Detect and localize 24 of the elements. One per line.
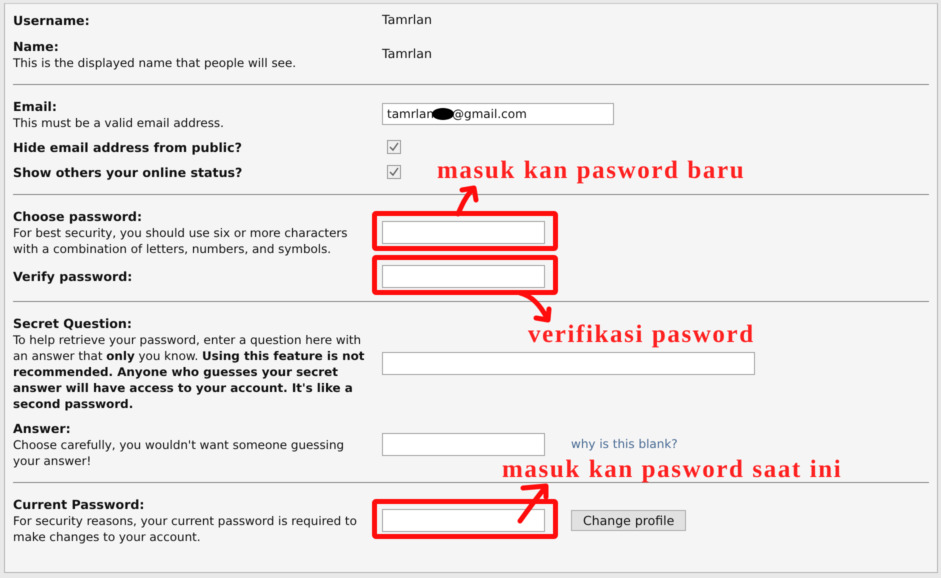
help-link[interactable]: why is this blank? xyxy=(571,435,678,454)
field-label: Hide email address from public? xyxy=(13,138,243,156)
field-description: For best security, you should use six or more characters with a combination of letters, numbers, and symbols. xyxy=(13,224,348,257)
field-label: Choose password: xyxy=(13,208,143,225)
field-label: Secret Question: xyxy=(13,314,133,332)
field-label: Answer: xyxy=(13,420,72,437)
annotation-text: verifikasi pasword xyxy=(528,322,755,347)
field-description: For security reasons, your current password is required to make changes to your account. xyxy=(13,512,358,545)
field-label: Email: xyxy=(13,98,58,115)
field-description: This is the displayed name that people will see. xyxy=(13,54,298,71)
field-label: Show others your online status? xyxy=(13,164,244,181)
email-field[interactable]: tamrlan @gmail.com xyxy=(382,103,614,126)
annotation-text: masuk kan pasword saat ini xyxy=(502,457,842,482)
field-label: Name: xyxy=(13,38,60,55)
field-description: Choose carefully, you wouldn't want someone guessing your answer! xyxy=(13,436,346,469)
field-description: To help retrieve your password, enter a question here with an answer that only you know. Using this feature is not recommended. Anyone who guesses your secret answer will have access to your account. It's like a second password. xyxy=(13,332,366,412)
field-label: Current Password: xyxy=(13,496,146,513)
annotation-text: masuk kan pasword baru xyxy=(437,158,746,183)
field-value: Tamrlan xyxy=(382,11,432,29)
field-description: This must be a valid email address. xyxy=(13,114,225,131)
change-profile-button[interactable]: Change profile xyxy=(571,510,686,531)
field-label: Username: xyxy=(13,12,91,29)
field-label: Verify password: xyxy=(13,268,134,285)
field-value: Tamrlan xyxy=(382,44,432,63)
